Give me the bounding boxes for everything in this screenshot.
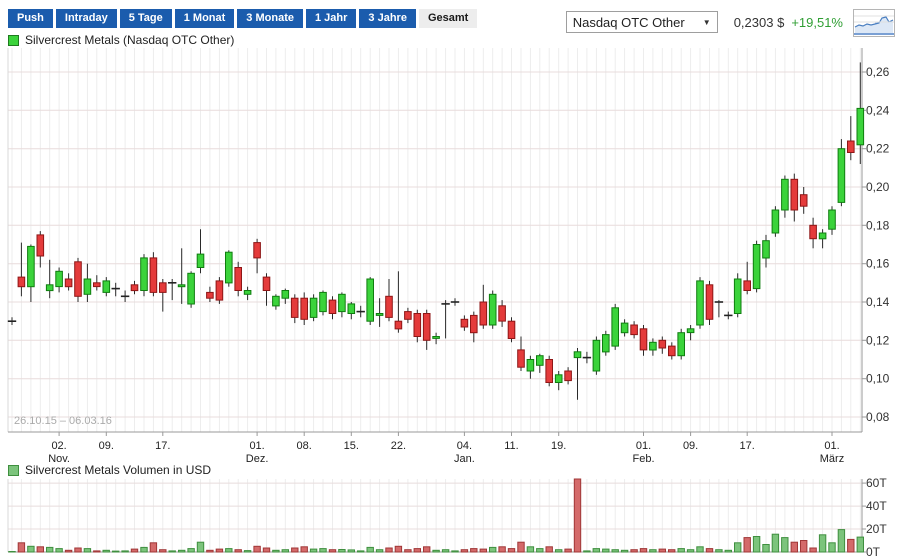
svg-text:0,20: 0,20 (866, 180, 890, 194)
svg-text:0,24: 0,24 (866, 103, 890, 117)
quote-area: Nasdaq OTC Other ▼ 0,2303 $ +19,51% (566, 7, 895, 37)
series-color-swatch-icon (8, 465, 19, 476)
svg-text:60T: 60T (866, 476, 887, 490)
svg-text:09.: 09. (99, 440, 114, 452)
quote-change: +19,51% (791, 15, 843, 30)
svg-text:0,14: 0,14 (866, 295, 890, 309)
range-button-1-monat[interactable]: 1 Monat (175, 9, 235, 28)
stock-chart-widget: 0,26 0,24 0,22 0,20 0,18 0,16 0,14 0,12 0,10 0,08… (0, 0, 899, 558)
svg-text:0,18: 0,18 (866, 218, 890, 232)
price-series-legend-label: Silvercrest Metals (Nasdaq OTC Other) (25, 33, 234, 47)
svg-text:Feb.: Feb. (632, 453, 654, 465)
svg-text:15.: 15. (344, 440, 359, 452)
svg-text:20T: 20T (866, 522, 887, 536)
svg-text:17.: 17. (740, 440, 755, 452)
svg-text:01.: 01. (249, 440, 264, 452)
range-button-3-jahre[interactable]: 3 Jahre (359, 9, 416, 28)
svg-text:08.: 08. (297, 440, 312, 452)
svg-text:Jan.: Jan. (454, 453, 475, 465)
svg-text:März: März (820, 453, 844, 465)
chevron-down-icon: ▼ (703, 18, 711, 27)
volume-series-legend-label: Silvercrest Metals Volumen in USD (25, 463, 211, 477)
quote-price: 0,2303 $ (734, 15, 785, 30)
svg-text:0T: 0T (866, 545, 881, 558)
exchange-select[interactable]: Nasdaq OTC Other ▼ (566, 11, 718, 33)
svg-text:0,26: 0,26 (866, 65, 890, 79)
svg-text:09.: 09. (683, 440, 698, 452)
volume-series-legend: Silvercrest Metals Volumen in USD (8, 463, 211, 477)
svg-text:19.: 19. (551, 440, 566, 452)
range-button-1-jahr[interactable]: 1 Jahr (306, 9, 356, 28)
svg-text:26.10.15 – 06.03.16: 26.10.15 – 06.03.16 (14, 415, 112, 427)
svg-text:17.: 17. (155, 440, 170, 452)
series-color-swatch-icon (8, 35, 19, 46)
svg-text:0,10: 0,10 (866, 372, 890, 386)
price-series-legend: Silvercrest Metals (Nasdaq OTC Other) (8, 33, 234, 47)
range-toolbar: PushIntraday5 Tage1 Monat3 Monate1 Jahr3… (8, 9, 477, 28)
svg-text:0,22: 0,22 (866, 142, 890, 156)
svg-text:11.: 11. (504, 440, 518, 452)
svg-text:40T: 40T (866, 499, 887, 513)
svg-text:22.: 22. (391, 440, 406, 452)
range-button-push[interactable]: Push (8, 9, 53, 28)
range-button-3-monate[interactable]: 3 Monate (237, 9, 303, 28)
svg-text:Dez.: Dez. (246, 453, 269, 465)
svg-text:04.: 04. (457, 440, 472, 452)
exchange-select-value: Nasdaq OTC Other (573, 15, 685, 30)
svg-text:0,08: 0,08 (866, 410, 890, 424)
range-button-5-tage[interactable]: 5 Tage (120, 9, 172, 28)
svg-text:01.: 01. (636, 440, 651, 452)
svg-text:0,16: 0,16 (866, 257, 890, 271)
mini-chart-icon[interactable] (853, 9, 895, 37)
svg-text:02.: 02. (51, 440, 66, 452)
svg-text:01.: 01. (824, 440, 839, 452)
range-button-gesamt[interactable]: Gesamt (419, 9, 477, 28)
svg-text:0,12: 0,12 (866, 333, 890, 347)
range-button-intraday[interactable]: Intraday (56, 9, 117, 28)
